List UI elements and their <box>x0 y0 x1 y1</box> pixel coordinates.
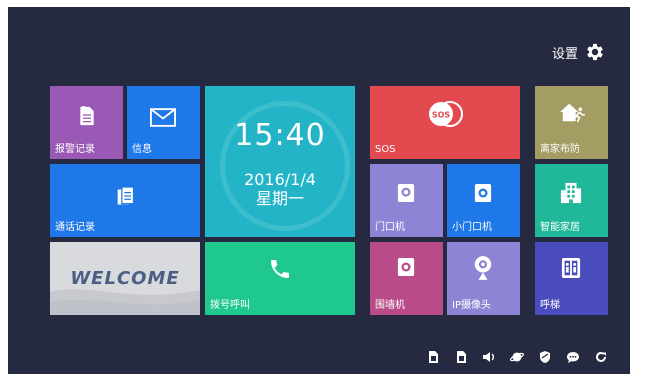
sos-tile[interactable]: SOS SOS <box>370 86 520 159</box>
small-door-unit-tile[interactable]: 小门口机 <box>447 164 520 237</box>
elevator-label: 呼梯 <box>540 300 560 311</box>
date-text: 2016/1/4 <box>244 170 316 189</box>
ip-camera-label: IP摄像头 <box>452 300 491 311</box>
welcome-text: WELCOME <box>70 268 180 289</box>
dial-call-label: 拨号呼叫 <box>210 300 250 311</box>
away-arm-label: 离家布防 <box>540 144 580 155</box>
door-unit-label: 门口机 <box>375 222 405 233</box>
welcome-banner: WELCOME <box>50 242 200 315</box>
small-door-unit-icon <box>473 182 493 204</box>
document-icon <box>75 103 99 129</box>
clock-widget: 15:40 2016/1/4 星期一 <box>205 86 355 237</box>
call-log-icon <box>114 184 138 210</box>
elevator-tile[interactable]: 呼梯 <box>535 242 608 315</box>
phone-icon <box>267 256 293 282</box>
gear-icon <box>584 41 606 63</box>
clock-time: 15:40 <box>234 118 326 153</box>
dial-call-tile[interactable]: 拨号呼叫 <box>205 242 355 315</box>
messages-label: 信息 <box>132 144 152 155</box>
envelope-icon <box>149 106 177 128</box>
webcam-icon <box>472 254 494 282</box>
call-log-tile[interactable]: 通话记录 <box>50 164 200 237</box>
home-screen: 设置 报警记录 信息 通话记录 15:40 2016/1/4 星期一 WELCO… <box>8 7 630 374</box>
door-unit-tile[interactable]: 门口机 <box>370 164 443 237</box>
settings-label: 设置 <box>551 46 578 62</box>
home-runner-icon <box>557 100 587 126</box>
speaker-icon[interactable] <box>482 350 496 364</box>
smart-home-tile[interactable]: 智能家居 <box>535 164 608 237</box>
door-unit-icon <box>396 182 416 204</box>
sd-card-icon[interactable] <box>426 350 440 364</box>
smart-home-label: 智能家居 <box>540 222 580 233</box>
wall-unit-icon <box>396 256 416 278</box>
chat-bubble-icon[interactable] <box>566 350 580 364</box>
ip-camera-tile[interactable]: IP摄像头 <box>447 242 520 315</box>
clock-date: 2016/1/4 星期一 <box>205 170 355 208</box>
status-bar <box>426 350 608 364</box>
small-door-unit-label: 小门口机 <box>452 222 492 233</box>
wall-unit-label: 围墙机 <box>375 300 405 311</box>
call-log-label: 通话记录 <box>55 222 95 233</box>
sd-card-2-icon[interactable] <box>454 350 468 364</box>
settings-button[interactable]: 设置 <box>552 41 606 63</box>
sos-label: SOS <box>375 144 396 155</box>
shield-icon[interactable] <box>538 350 552 364</box>
elevator-icon <box>560 256 582 280</box>
weekday-text: 星期一 <box>255 189 304 208</box>
sos-icon: SOS <box>426 100 466 128</box>
messages-tile[interactable]: 信息 <box>127 86 200 159</box>
building-icon <box>559 180 583 206</box>
alarm-log-label: 报警记录 <box>55 144 95 155</box>
wall-unit-tile[interactable]: 围墙机 <box>370 242 443 315</box>
away-arm-tile[interactable]: 离家布防 <box>535 86 608 159</box>
sos-badge-text: SOS <box>432 111 451 120</box>
refresh-icon[interactable] <box>594 350 608 364</box>
alarm-log-tile[interactable]: 报警记录 <box>50 86 123 159</box>
planet-icon[interactable] <box>510 350 524 364</box>
